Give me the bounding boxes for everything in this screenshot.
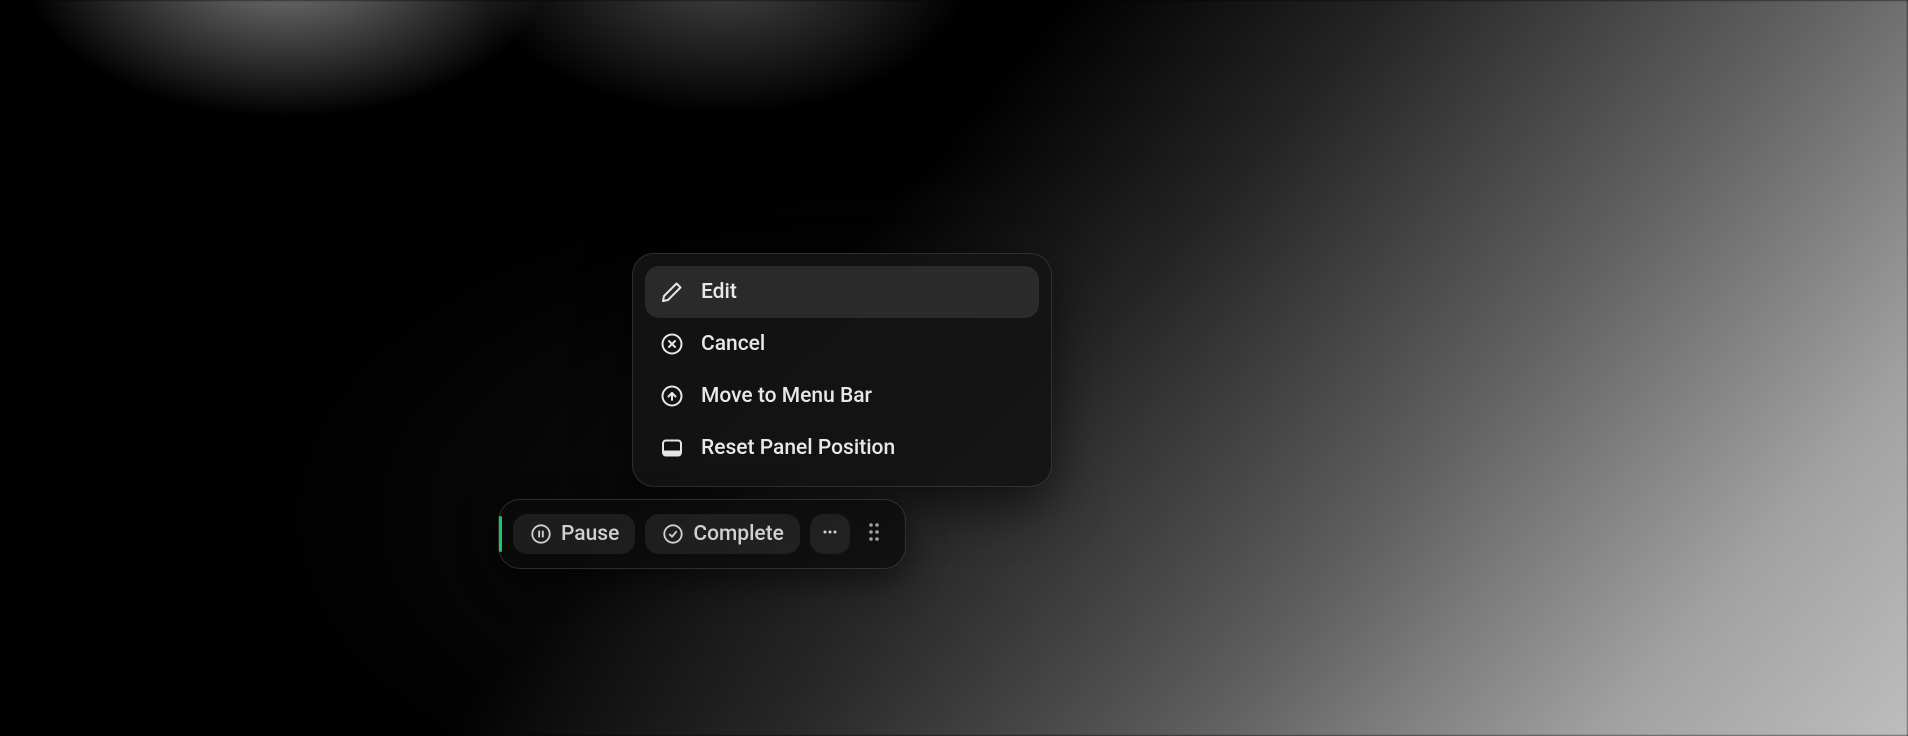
drag-handle[interactable] — [862, 514, 886, 554]
pencil-icon — [659, 279, 685, 305]
ellipsis-icon — [820, 522, 840, 546]
panel-bottom-icon — [659, 435, 685, 461]
menu-item-move-to-menu-bar[interactable]: Move to Menu Bar — [645, 370, 1039, 422]
grip-vertical-icon — [866, 521, 882, 547]
pause-button[interactable]: Pause — [513, 514, 635, 554]
check-circle-icon — [661, 522, 685, 546]
x-circle-icon — [659, 331, 685, 357]
context-menu: Edit Cancel Move to Menu Bar — [632, 253, 1052, 487]
more-button[interactable] — [810, 514, 850, 554]
menu-item-cancel[interactable]: Cancel — [645, 318, 1039, 370]
arrow-up-circle-icon — [659, 383, 685, 409]
menu-item-label: Reset Panel Position — [701, 436, 895, 460]
menu-item-label: Edit — [701, 280, 737, 304]
pause-circle-icon — [529, 522, 553, 546]
complete-button[interactable]: Complete — [645, 514, 800, 554]
menu-item-label: Move to Menu Bar — [701, 384, 872, 408]
pause-button-label: Pause — [561, 522, 619, 546]
menu-item-label: Cancel — [701, 332, 765, 356]
menu-item-reset-panel-position[interactable]: Reset Panel Position — [645, 422, 1039, 474]
menu-item-edit[interactable]: Edit — [645, 266, 1039, 318]
control-panel: Pause Complete — [498, 499, 906, 569]
complete-button-label: Complete — [693, 522, 784, 546]
